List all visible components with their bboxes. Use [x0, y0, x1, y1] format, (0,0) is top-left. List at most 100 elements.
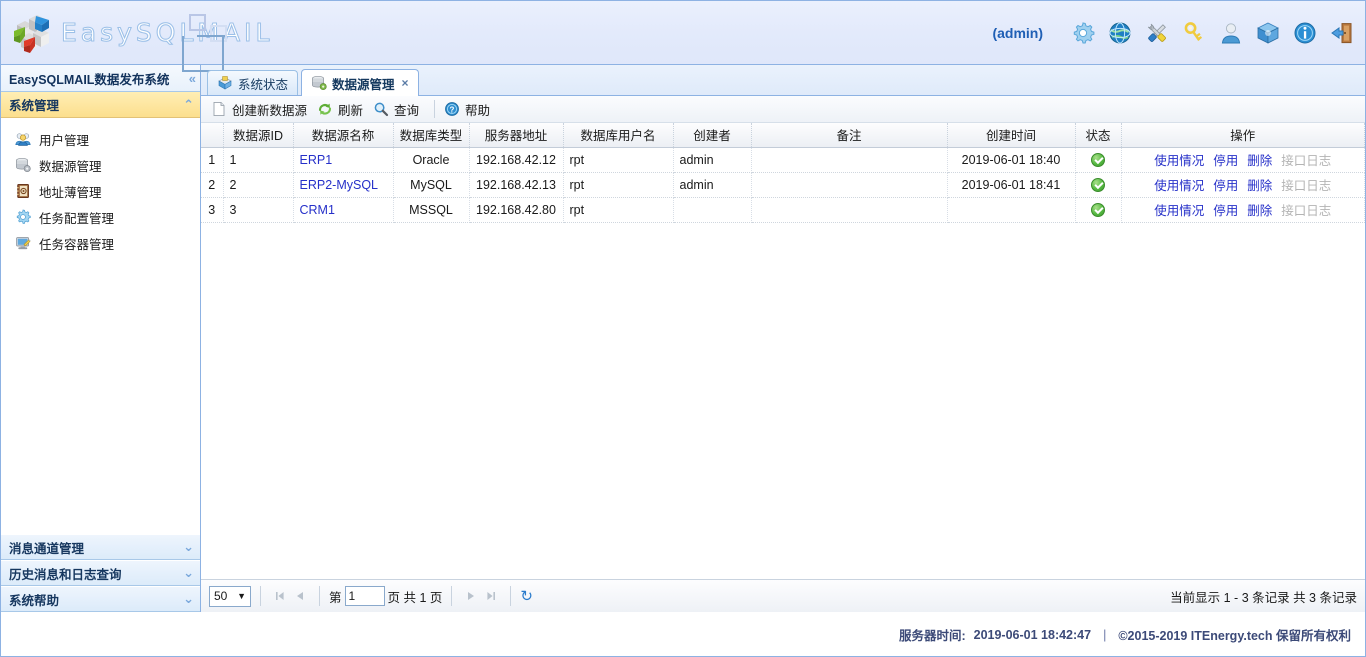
cell-name[interactable]: ERP1: [293, 147, 394, 173]
datasource-link[interactable]: CRM1: [300, 203, 335, 217]
sidebar-item-label: 地址薄管理: [39, 185, 102, 200]
action-usage[interactable]: 使用情况: [1154, 200, 1204, 219]
cell-creator: admin: [673, 147, 752, 173]
action-disable[interactable]: 停用: [1213, 150, 1238, 169]
refresh-icon[interactable]: ↻: [520, 587, 533, 605]
action-delete[interactable]: 删除: [1247, 175, 1272, 194]
page-new-icon: [211, 101, 227, 117]
tools-icon[interactable]: [1144, 20, 1170, 46]
collapse-sidebar-icon[interactable]: «: [189, 71, 196, 86]
datasource-grid[interactable]: 数据源ID 数据源名称 数据库类型 服务器地址 数据库用户名 创建者 备注 创建…: [201, 123, 1365, 579]
cell-ops: 使用情况 停用 删除 接口日志: [1121, 197, 1365, 223]
create-datasource-button[interactable]: 创建新数据源: [209, 98, 315, 120]
sidebar-item-datasource-management[interactable]: 数据源管理: [1, 152, 200, 178]
datasource-link[interactable]: ERP1: [300, 153, 333, 167]
last-page-button[interactable]: [481, 586, 501, 606]
tab-system-status[interactable]: 系统状态: [207, 70, 299, 95]
button-label: 刷新: [338, 103, 364, 118]
users-icon: [15, 131, 31, 147]
prev-page-button[interactable]: [290, 586, 310, 606]
action-delete[interactable]: 删除: [1247, 200, 1272, 219]
table-row[interactable]: 1 1 ERP1 Oracle 192.168.42.12 rpt admin …: [201, 147, 1365, 173]
action-disable[interactable]: 停用: [1213, 175, 1238, 194]
action-usage[interactable]: 使用情况: [1154, 150, 1204, 169]
column-header-creator[interactable]: 创建者: [673, 123, 752, 148]
datasource-link[interactable]: ERP2-MySQL: [300, 178, 379, 192]
box-icon[interactable]: [1255, 20, 1281, 46]
key-icon[interactable]: [1181, 20, 1207, 46]
pager-separator: [319, 586, 320, 606]
column-header-id[interactable]: 数据源ID: [223, 123, 294, 148]
sidebar-item-user-management[interactable]: 用户管理: [1, 126, 200, 152]
cell-name[interactable]: CRM1: [293, 197, 394, 223]
cell-name[interactable]: ERP2-MySQL: [293, 172, 394, 198]
server-time-value: 2019-06-01 18:42:47: [973, 627, 1092, 642]
sidebar-item-task-config-management[interactable]: 任务配置管理: [1, 204, 200, 230]
close-icon[interactable]: ×: [402, 76, 409, 90]
help-icon: ?: [444, 101, 460, 117]
column-header-remark[interactable]: 备注: [751, 123, 948, 148]
sidebar-section-label: 历史消息和日志查询: [9, 567, 122, 582]
column-header-dbuser[interactable]: 数据库用户名: [563, 123, 674, 148]
info-icon[interactable]: [1292, 20, 1318, 46]
cell-created: 2019-06-01 18:41: [947, 172, 1076, 198]
current-user-label: (admin): [992, 24, 1043, 41]
column-header-name[interactable]: 数据源名称: [293, 123, 394, 148]
sidebar-section-message-channel[interactable]: 消息通道管理 ⌄: [1, 534, 200, 560]
sidebar-item-addressbook-management[interactable]: 地址薄管理: [1, 178, 200, 204]
sidebar-item-label: 用户管理: [39, 133, 90, 148]
column-header-server[interactable]: 服务器地址: [469, 123, 564, 148]
pager-separator: [260, 586, 261, 606]
gear-icon[interactable]: [1070, 20, 1096, 46]
action-usage[interactable]: 使用情况: [1154, 175, 1204, 194]
cell-dbuser: rpt: [563, 172, 674, 198]
action-interface-log: 接口日志: [1281, 154, 1332, 168]
tab-datasource-management[interactable]: 数据源管理 ×: [301, 69, 419, 96]
tab-label: 系统状态: [238, 77, 289, 92]
sidebar-item-task-container-management[interactable]: 任务容器管理: [1, 230, 200, 256]
page-number-input[interactable]: [344, 586, 385, 606]
decoration-bracket: [182, 35, 224, 72]
first-page-button[interactable]: [270, 586, 290, 606]
pager-separator: [451, 586, 453, 606]
monitor-icon: [15, 235, 31, 251]
logout-icon[interactable]: [1329, 20, 1355, 46]
cell-rownum: 1: [201, 147, 224, 173]
tab-label: 数据源管理: [332, 77, 395, 92]
action-interface-log: 接口日志: [1281, 204, 1332, 218]
column-header-dbtype[interactable]: 数据库类型: [393, 123, 470, 148]
tab-bar: 系统状态 数据源管理 ×: [201, 65, 1365, 96]
action-disable[interactable]: 停用: [1213, 200, 1238, 219]
column-header-status[interactable]: 状态: [1075, 123, 1122, 148]
sidebar-section-history-log[interactable]: 历史消息和日志查询 ⌄: [1, 560, 200, 586]
status-badge-ok: [1091, 152, 1105, 167]
cell-created: 2019-06-01 18:40: [947, 147, 1076, 173]
sidebar-section-system-help[interactable]: 系统帮助 ⌄: [1, 586, 200, 612]
row-actions: 使用情况 停用 删除 接口日志: [1128, 200, 1359, 219]
application-window: EasySQLMAIL (admin) EasySQLMAIL数据发布系统 « …: [0, 0, 1366, 657]
sidebar-section-system-management[interactable]: 系统管理 ⌃: [1, 92, 200, 118]
sidebar-title: EasySQLMAIL数据发布系统: [9, 72, 170, 87]
page-suffix-label: 页 共 1 页: [387, 590, 443, 605]
table-row[interactable]: 2 2 ERP2-MySQL MySQL 192.168.42.13 rpt a…: [201, 172, 1365, 198]
table-row[interactable]: 3 3 CRM1 MSSQL 192.168.42.80 rpt 使用情况 停用…: [201, 197, 1365, 223]
page-prefix-label: 第: [329, 590, 342, 605]
sidebar: EasySQLMAIL数据发布系统 « 系统管理 ⌃ 用户管理 数据源管理 地址…: [1, 65, 201, 612]
sidebar-section-label: 系统管理: [9, 99, 60, 113]
cell-status: [1075, 147, 1122, 173]
header-toolbar: (admin): [992, 20, 1365, 46]
refresh-button[interactable]: 刷新: [315, 98, 371, 120]
action-delete[interactable]: 删除: [1247, 150, 1272, 169]
next-page-button[interactable]: [461, 586, 481, 606]
footer-separator: |: [1103, 627, 1107, 642]
addressbook-icon: [15, 183, 31, 199]
help-button[interactable]: ? 帮助: [442, 98, 498, 120]
column-header-created[interactable]: 创建时间: [947, 123, 1076, 148]
cell-dbtype: MySQL: [393, 172, 470, 198]
search-button[interactable]: 查询: [371, 98, 427, 120]
page-size-select[interactable]: 50 ▼: [209, 585, 251, 607]
gear-icon: [15, 209, 31, 225]
globe-icon[interactable]: [1107, 20, 1133, 46]
user-icon[interactable]: [1218, 20, 1244, 46]
column-header-ops[interactable]: 操作: [1121, 123, 1365, 148]
